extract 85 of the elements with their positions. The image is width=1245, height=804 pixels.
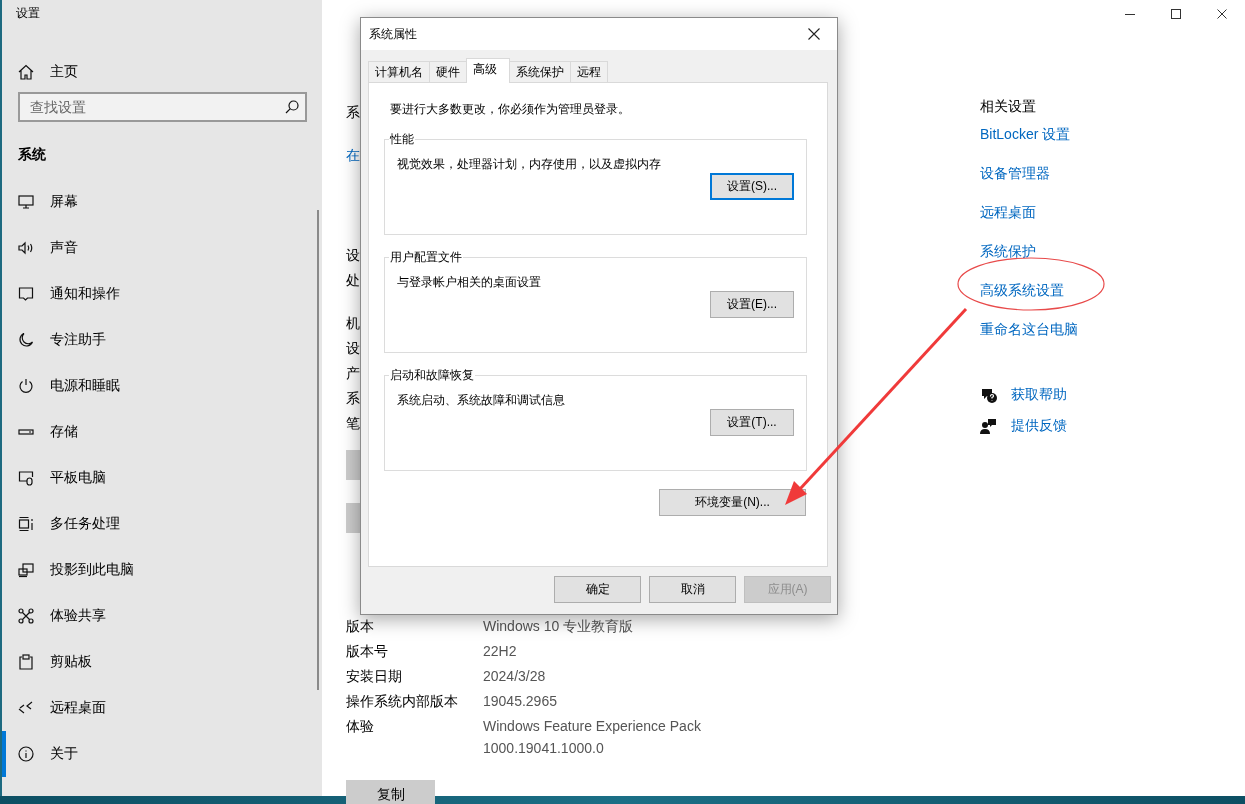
- close-icon: [1217, 9, 1227, 19]
- nav-item[interactable]: 存储: [2, 409, 322, 455]
- dialog-button[interactable]: 取消: [649, 576, 736, 603]
- label: 系: [346, 103, 360, 122]
- settings-link[interactable]: 系统保护: [980, 241, 1036, 261]
- nav-item[interactable]: 专注助手: [2, 317, 322, 363]
- tab[interactable]: 高级: [466, 58, 510, 83]
- home-link[interactable]: 主页: [2, 60, 322, 84]
- settings-link[interactable]: 远程桌面: [980, 202, 1036, 222]
- label: 设: [346, 339, 360, 358]
- spec-label: 操作系统内部版本: [346, 692, 459, 711]
- label: 设: [346, 246, 360, 265]
- search-icon: [285, 100, 299, 114]
- group-title: 启动和故障恢复: [389, 367, 475, 384]
- spec-value: Windows 10 专业教育版: [483, 617, 635, 636]
- nav-item[interactable]: 远程桌面: [2, 685, 322, 731]
- spec-value: 19045.2965: [483, 692, 558, 711]
- help-link[interactable]: 获取帮助: [980, 385, 1067, 405]
- windows-icon: [18, 516, 34, 532]
- settings-link[interactable]: 高级系统设置: [980, 280, 1064, 300]
- group-description: 系统启动、系统故障和调试信息: [397, 392, 566, 409]
- nav-item[interactable]: 体验共享: [2, 593, 322, 639]
- group-title: 用户配置文件: [389, 249, 463, 266]
- maximize-icon: [1171, 9, 1181, 19]
- nav-item[interactable]: 剪贴板: [2, 639, 322, 685]
- search-field[interactable]: 查找设置: [18, 92, 307, 122]
- nav-item[interactable]: 电源和睡眠: [2, 363, 322, 409]
- nav-item[interactable]: 关于: [2, 731, 322, 777]
- info-icon: [18, 746, 34, 762]
- nav-item[interactable]: 屏幕: [2, 179, 322, 225]
- section-heading: 相关设置: [980, 97, 1037, 116]
- spec-value: Windows Feature Experience Pack 1000.19041.1000.0: [483, 717, 702, 758]
- power-icon: [18, 378, 34, 394]
- spec-label: 体验: [346, 717, 375, 736]
- spec-label: 版本号: [346, 642, 389, 661]
- nav-item[interactable]: 平板电脑: [2, 455, 322, 501]
- label: 系: [346, 389, 360, 408]
- nav-item[interactable]: 声音: [2, 225, 322, 271]
- help-icon: [980, 386, 997, 404]
- message-icon: [18, 286, 34, 302]
- tab[interactable]: 远程: [570, 61, 608, 82]
- scrollbar[interactable]: [317, 210, 319, 690]
- spec-label: 版本: [346, 617, 375, 636]
- label: 处: [346, 271, 360, 290]
- spec-value: 22H2: [483, 642, 518, 661]
- section-heading: 系统: [18, 145, 47, 164]
- tablet-icon: [18, 470, 34, 486]
- environment-variables-button[interactable]: 环境变量(N)...: [659, 489, 806, 516]
- tab[interactable]: 计算机名: [368, 61, 430, 82]
- share-icon: [18, 608, 34, 624]
- help-link[interactable]: 提供反馈: [980, 416, 1067, 436]
- link[interactable]: 在: [346, 145, 360, 165]
- settings-link[interactable]: BitLocker 设置: [980, 124, 1071, 144]
- moon-icon: [18, 332, 34, 348]
- partial-button[interactable]: [346, 503, 360, 533]
- settings-button[interactable]: 设置(E)...: [710, 291, 794, 318]
- dialog-button[interactable]: 确定: [554, 576, 641, 603]
- group-title: 性能: [389, 131, 415, 148]
- partial-button[interactable]: [346, 450, 360, 480]
- dialog-title: 系统属性: [369, 25, 417, 43]
- nav-item[interactable]: 投影到此电脑: [2, 547, 322, 593]
- nav-item[interactable]: 多任务处理: [2, 501, 322, 547]
- nav-item[interactable]: 通知和操作: [2, 271, 322, 317]
- label: 机: [346, 314, 360, 333]
- spec-value: 2024/3/28: [483, 667, 547, 686]
- spec-label: 安装日期: [346, 667, 403, 686]
- label: 产: [346, 364, 360, 383]
- label: 笔: [346, 414, 360, 433]
- notice-text: 要进行大多数更改，你必须作为管理员登录。: [389, 101, 631, 117]
- monitor-icon: [18, 562, 34, 578]
- feedback-icon: [980, 417, 997, 435]
- settings-button[interactable]: 设置(S)...: [710, 173, 794, 200]
- group-description: 视觉效果，处理器计划，内存使用，以及虚拟内存: [397, 156, 662, 173]
- clipboard-icon: [18, 654, 34, 670]
- window-title: 设置: [15, 5, 41, 22]
- speaker-icon: [18, 240, 34, 256]
- settings-link[interactable]: 重命名这台电脑: [980, 319, 1078, 339]
- home-icon: [18, 64, 34, 80]
- close-icon: [808, 28, 820, 40]
- settings-link[interactable]: 设备管理器: [980, 163, 1050, 183]
- settings-button[interactable]: 设置(T)...: [710, 409, 794, 436]
- group-description: 与登录帐户相关的桌面设置: [397, 274, 542, 291]
- remote-icon: [18, 700, 34, 716]
- display-icon: [18, 194, 34, 210]
- copy-button[interactable]: 复制: [346, 780, 435, 804]
